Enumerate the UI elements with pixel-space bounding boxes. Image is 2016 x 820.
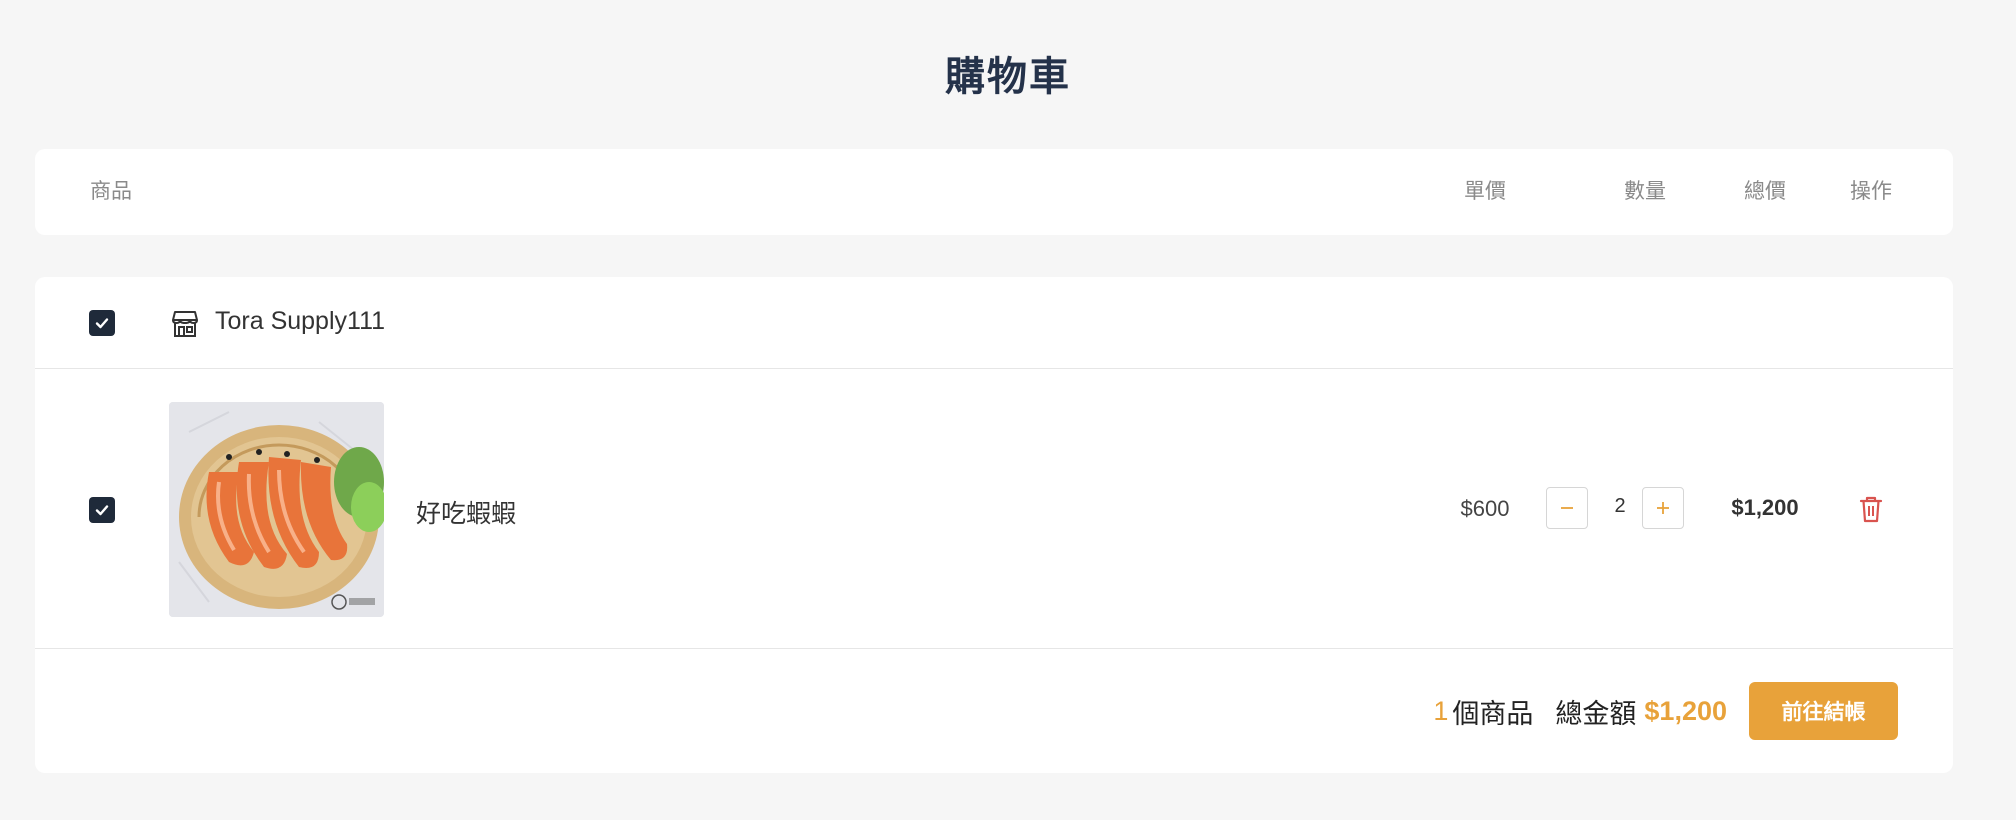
store-icon xyxy=(172,311,198,337)
cart-summary: 1 個商品 總金額 $1,200 前往結帳 xyxy=(1433,682,1898,740)
check-icon xyxy=(95,505,109,516)
header-total: 總價 xyxy=(1744,180,1786,203)
decrease-quantity-button[interactable] xyxy=(1546,487,1588,529)
divider xyxy=(35,648,1953,649)
page-title: 購物車 xyxy=(945,55,1071,99)
checkout-button[interactable]: 前往結帳 xyxy=(1749,682,1898,740)
divider xyxy=(35,368,1953,369)
trash-icon[interactable] xyxy=(1858,495,1884,523)
header-unit-price: 單價 xyxy=(1464,180,1506,203)
cart-store-card: Tora Supply111 好吃蝦蝦 $600 2 $1,200 1 個商品 … xyxy=(35,277,1953,773)
plus-icon xyxy=(1657,502,1669,514)
total-amount-value: $1,200 xyxy=(1644,695,1727,726)
total-amount-label: 總金額 xyxy=(1555,698,1637,729)
header-product: 商品 xyxy=(90,180,132,203)
check-icon xyxy=(95,318,109,329)
store-name[interactable]: Tora Supply111 xyxy=(215,307,385,336)
unit-price: $600 xyxy=(1460,496,1510,521)
minus-icon xyxy=(1561,507,1573,509)
header-action: 操作 xyxy=(1850,180,1892,203)
shrimp-photo xyxy=(169,402,384,617)
quantity-value[interactable]: 2 xyxy=(1595,495,1645,518)
table-header: 商品 單價 數量 總價 操作 xyxy=(35,149,1953,235)
increase-quantity-button[interactable] xyxy=(1642,487,1684,529)
item-checkbox[interactable] xyxy=(89,497,115,523)
item-count: 1 xyxy=(1433,695,1449,726)
item-count-label: 個商品 xyxy=(1452,698,1534,729)
product-image[interactable] xyxy=(169,402,384,617)
product-name[interactable]: 好吃蝦蝦 xyxy=(416,494,516,530)
store-checkbox[interactable] xyxy=(89,310,115,336)
item-total-price: $1,200 xyxy=(1731,495,1799,520)
header-quantity: 數量 xyxy=(1624,180,1666,203)
